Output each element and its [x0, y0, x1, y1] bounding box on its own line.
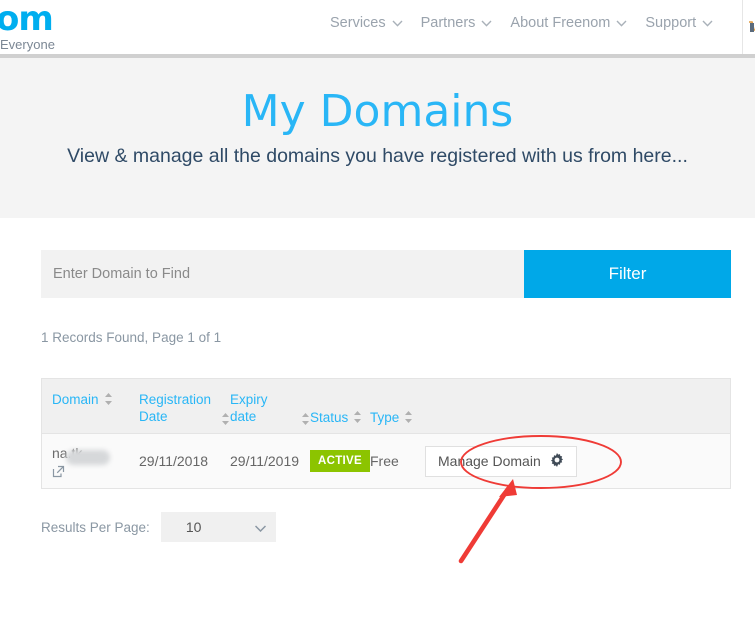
nav-item-label: About Freenom	[510, 15, 611, 31]
column-header-expiry-date[interactable]: Expiry date	[230, 391, 310, 425]
top-navigation-bar: om Everyone Services Partners About Free…	[0, 0, 755, 54]
cell-actions: Manage Domain	[425, 445, 730, 477]
column-header-type[interactable]: Type	[370, 391, 425, 426]
records-summary: 1 Records Found, Page 1 of 1	[41, 330, 222, 345]
cell-status: ACTIVE	[310, 450, 370, 472]
cell-domain: na.tk	[42, 445, 139, 478]
nav-item-label: Support	[645, 15, 697, 31]
cell-type: Free	[370, 453, 399, 469]
cell-registration-date: 29/11/2018	[139, 453, 209, 469]
status-badge: ACTIVE	[310, 450, 370, 472]
page-root: om Everyone Services Partners About Free…	[0, 0, 755, 623]
search-input[interactable]	[41, 250, 524, 298]
sort-arrows-icon	[404, 410, 413, 424]
nav-item-support[interactable]: Support	[645, 15, 713, 31]
nav-divider	[742, 0, 743, 54]
cell-expiry-date: 29/11/2019	[230, 453, 300, 469]
annotation-arrow	[458, 479, 517, 564]
chevron-down-icon	[481, 20, 492, 27]
results-per-page-value: 10	[185, 519, 202, 535]
column-header-label: Domain	[52, 392, 99, 407]
sort-arrows-icon	[353, 410, 362, 424]
logo-tagline: Everyone	[0, 37, 55, 52]
gear-icon	[550, 452, 564, 470]
nav-item-label: Partners	[420, 15, 476, 31]
chevron-down-icon	[702, 20, 713, 27]
page-hero: My Domains View & manage all the domains…	[0, 58, 755, 218]
sort-arrows-icon	[301, 412, 310, 426]
nav-item-about-freenom[interactable]: About Freenom	[510, 15, 627, 31]
results-per-page-label: Results Per Page:	[41, 519, 150, 535]
column-header-label: Status	[310, 410, 349, 425]
table-row: na.tk 29/11/2018 29/11/2019 ACTIVE Free	[41, 433, 731, 489]
column-header-label: Expiry date	[230, 392, 268, 424]
table-header-row: Domain Registration Date Expiry date Sta…	[41, 378, 731, 433]
sort-arrows-icon	[104, 392, 113, 406]
main-nav: Services Partners About Freenom Support	[330, 15, 713, 31]
domains-table: Domain Registration Date Expiry date Sta…	[41, 378, 731, 489]
page-title: My Domains	[241, 86, 514, 137]
column-header-registration-date[interactable]: Registration Date	[139, 391, 230, 425]
chevron-down-icon	[254, 519, 266, 535]
results-per-page: Results Per Page: 10	[41, 512, 276, 542]
external-link-icon[interactable]	[52, 465, 65, 478]
chevron-down-icon	[616, 20, 627, 27]
chevron-down-icon	[392, 20, 403, 27]
sort-arrows-icon	[221, 412, 230, 426]
page-subtitle: View & manage all the domains you have r…	[67, 145, 688, 167]
nav-item-partners[interactable]: Partners	[421, 15, 493, 31]
nav-item-services[interactable]: Services	[330, 15, 403, 31]
filter-button[interactable]: Filter	[524, 250, 731, 298]
site-logo[interactable]: om Everyone	[0, 2, 110, 52]
nav-item-label: Services	[330, 15, 386, 31]
manage-domain-button[interactable]: Manage Domain	[425, 445, 577, 477]
manage-domain-label: Manage Domain	[438, 453, 541, 469]
column-header-status[interactable]: Status	[310, 391, 370, 426]
results-per-page-select[interactable]: 10	[160, 512, 276, 542]
logo-wordmark: om	[0, 0, 54, 39]
column-header-domain[interactable]: Domain	[42, 391, 139, 408]
column-header-label: Type	[370, 410, 400, 425]
domain-filter-bar: Filter	[41, 250, 731, 298]
domain-redaction-blur	[66, 449, 110, 465]
cart-icon[interactable]	[748, 20, 755, 34]
column-header-label: Registration Date	[139, 392, 212, 424]
